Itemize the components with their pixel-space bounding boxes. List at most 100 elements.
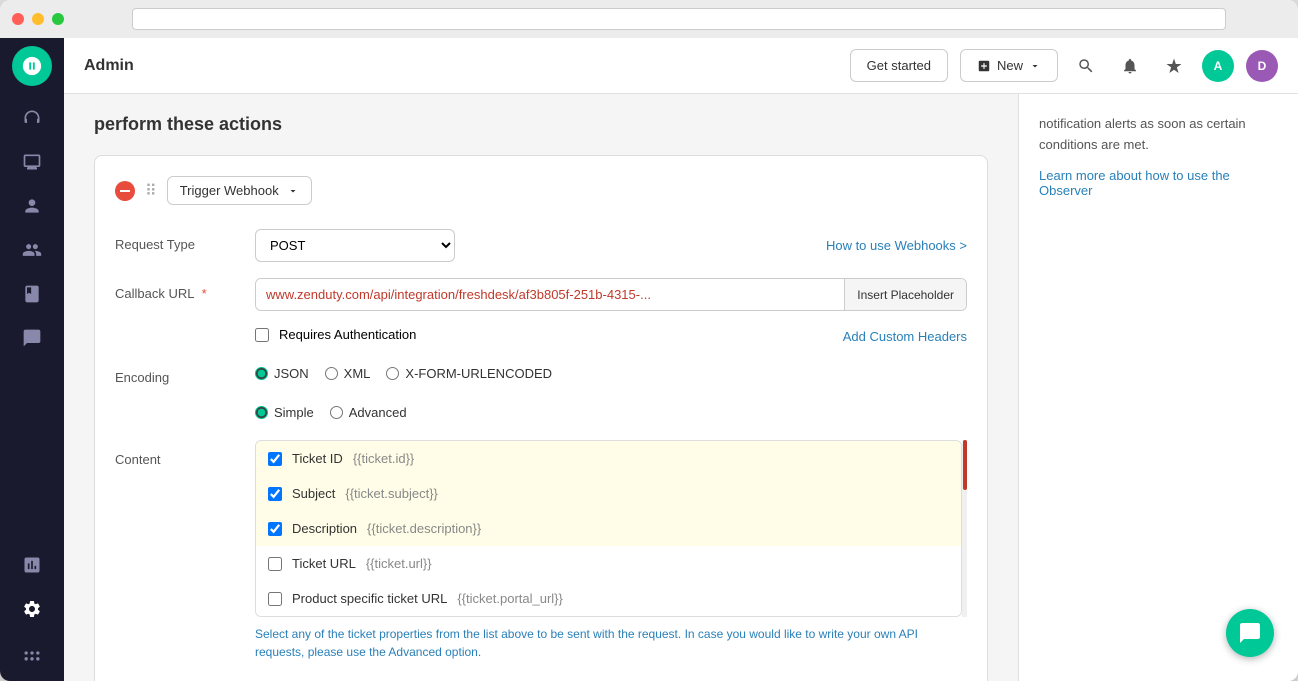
callback-url-wrapper: Insert Placeholder [255, 278, 967, 311]
webhook-type-dropdown[interactable]: Trigger Webhook [167, 176, 312, 205]
sidebar-item-headset[interactable] [12, 98, 52, 138]
how-to-webhooks-link[interactable]: How to use Webhooks > [826, 238, 967, 253]
content-description-placeholder: {{ticket.description}} [367, 521, 481, 536]
auth-row: Requires Authentication Add Custom Heade… [255, 327, 967, 346]
content-item-ticket-url-checkbox[interactable] [268, 557, 282, 571]
encoding-row: Encoding JSON XML [115, 362, 967, 385]
sidebar-item-person[interactable] [12, 186, 52, 226]
main-content: Admin Get started New A D [64, 38, 1298, 681]
mode-simple-label: Simple [274, 405, 314, 420]
encoding-xml-option[interactable]: XML [325, 366, 371, 381]
fullscreen-button[interactable] [52, 13, 64, 25]
sidebar-logo [12, 46, 52, 86]
topbar: Admin Get started New A D [64, 38, 1298, 94]
mode-control: Simple Advanced [255, 401, 967, 424]
panel-text-1: notification alerts as soon as certain c… [1039, 114, 1278, 156]
callback-url-control: Insert Placeholder [255, 278, 967, 311]
content-item-ticket-id-checkbox[interactable] [268, 452, 282, 466]
topbar-title: Admin [84, 57, 838, 75]
content-ticket-id-placeholder: {{ticket.id}} [353, 451, 414, 466]
content-item-subject-checkbox[interactable] [268, 487, 282, 501]
search-icon-button[interactable] [1070, 50, 1102, 82]
content-item-portal-url-checkbox[interactable] [268, 592, 282, 606]
encoding-json-option[interactable]: JSON [255, 366, 309, 381]
requires-auth-label: Requires Authentication [279, 327, 416, 342]
sidebar-item-analytics[interactable] [12, 545, 52, 585]
insert-placeholder-button[interactable]: Insert Placeholder [844, 279, 966, 310]
mode-label [115, 401, 255, 409]
content-description-label: Description [292, 521, 357, 536]
request-type-control: POST GET PUT PATCH How to use Webhooks > [255, 229, 967, 262]
app-window: Admin Get started New A D [0, 0, 1298, 681]
content-ticket-id-label: Ticket ID [292, 451, 343, 466]
mode-simple-radio[interactable] [255, 406, 268, 419]
content-control: Ticket ID {{ticket.id}} Subject {{ticket… [255, 440, 967, 661]
sidebar-item-settings[interactable] [12, 589, 52, 629]
scrollbar-thumb [963, 440, 967, 490]
sidebar-item-team[interactable] [12, 230, 52, 270]
add-custom-headers-link[interactable]: Add Custom Headers [843, 329, 967, 344]
avatar-a[interactable]: A [1202, 50, 1234, 82]
chat-button[interactable] [1226, 609, 1274, 657]
callback-url-label: Callback URL * [115, 278, 255, 301]
new-button[interactable]: New [960, 49, 1058, 82]
content-item-ticket-url: Ticket URL {{ticket.url}} [256, 546, 961, 581]
bell-icon-button[interactable] [1114, 50, 1146, 82]
mode-advanced-label: Advanced [349, 405, 407, 420]
encoding-xml-label: XML [344, 366, 371, 381]
encoding-json-label: JSON [274, 366, 309, 381]
sparkle-icon-button[interactable] [1158, 50, 1190, 82]
webhook-card: ⠿ Trigger Webhook Request Type [94, 155, 988, 681]
encoding-urlencoded-option[interactable]: X-FORM-URLENCODED [386, 366, 552, 381]
requires-auth-checkbox-row: Requires Authentication [255, 327, 416, 342]
mode-advanced-radio[interactable] [330, 406, 343, 419]
encoding-control: JSON XML X-FORM-URLENCODED [255, 362, 967, 385]
close-button[interactable] [12, 13, 24, 25]
drag-handle-icon[interactable]: ⠿ [145, 181, 157, 201]
sidebar-item-monitor[interactable] [12, 142, 52, 182]
helper-text: Select any of the ticket properties from… [255, 625, 967, 661]
encoding-urlencoded-label: X-FORM-URLENCODED [405, 366, 552, 381]
mode-row: Simple Advanced [115, 401, 967, 424]
url-bar[interactable] [132, 8, 1226, 30]
encoding-urlencoded-radio[interactable] [386, 367, 399, 380]
content-portal-url-placeholder: {{ticket.portal_url}} [457, 591, 563, 606]
request-type-select[interactable]: POST GET PUT PATCH [255, 229, 455, 262]
callback-url-row: Callback URL * Insert Placeholder [115, 278, 967, 311]
content-item-description-checkbox[interactable] [268, 522, 282, 536]
mode-simple-option[interactable]: Simple [255, 405, 314, 420]
content-item-portal-url: Product specific ticket URL {{ticket.por… [256, 581, 961, 616]
encoding-label: Encoding [115, 362, 255, 385]
content-label: Content [115, 440, 255, 467]
get-started-button[interactable]: Get started [850, 49, 948, 82]
title-bar [0, 0, 1298, 38]
sidebar-item-chat[interactable] [12, 318, 52, 358]
webhook-type-label: Trigger Webhook [180, 183, 279, 198]
required-marker: * [202, 286, 207, 301]
content-box: Ticket ID {{ticket.id}} Subject {{ticket… [255, 440, 962, 617]
content-item-subject: Subject {{ticket.subject}} [256, 476, 961, 511]
mode-radio-group: Simple Advanced [255, 401, 967, 424]
request-type-label: Request Type [115, 229, 255, 252]
app-layout: Admin Get started New A D [0, 38, 1298, 681]
mode-advanced-option[interactable]: Advanced [330, 405, 407, 420]
content-ticket-url-label: Ticket URL [292, 556, 356, 571]
content-ticket-url-placeholder: {{ticket.url}} [366, 556, 432, 571]
avatar-d[interactable]: D [1246, 50, 1278, 82]
new-label: New [997, 58, 1023, 73]
remove-webhook-button[interactable] [115, 181, 135, 201]
minimize-button[interactable] [32, 13, 44, 25]
encoding-xml-radio[interactable] [325, 367, 338, 380]
content-portal-url-label: Product specific ticket URL [292, 591, 447, 606]
sidebar-item-book[interactable] [12, 274, 52, 314]
requires-auth-checkbox[interactable] [255, 328, 269, 342]
content-subject-placeholder: {{ticket.subject}} [345, 486, 438, 501]
sidebar-dots[interactable] [12, 633, 52, 673]
content-subject-label: Subject [292, 486, 335, 501]
learn-more-link[interactable]: Learn more about how to use the Observer [1039, 168, 1230, 198]
encoding-json-radio[interactable] [255, 367, 268, 380]
content-row: Content Ticket ID {{ticket.id}} [115, 440, 967, 661]
content-box-wrapper: Ticket ID {{ticket.id}} Subject {{ticket… [255, 440, 967, 617]
request-type-row: Request Type POST GET PUT PATCH [115, 229, 967, 262]
right-panel: notification alerts as soon as certain c… [1018, 94, 1298, 681]
